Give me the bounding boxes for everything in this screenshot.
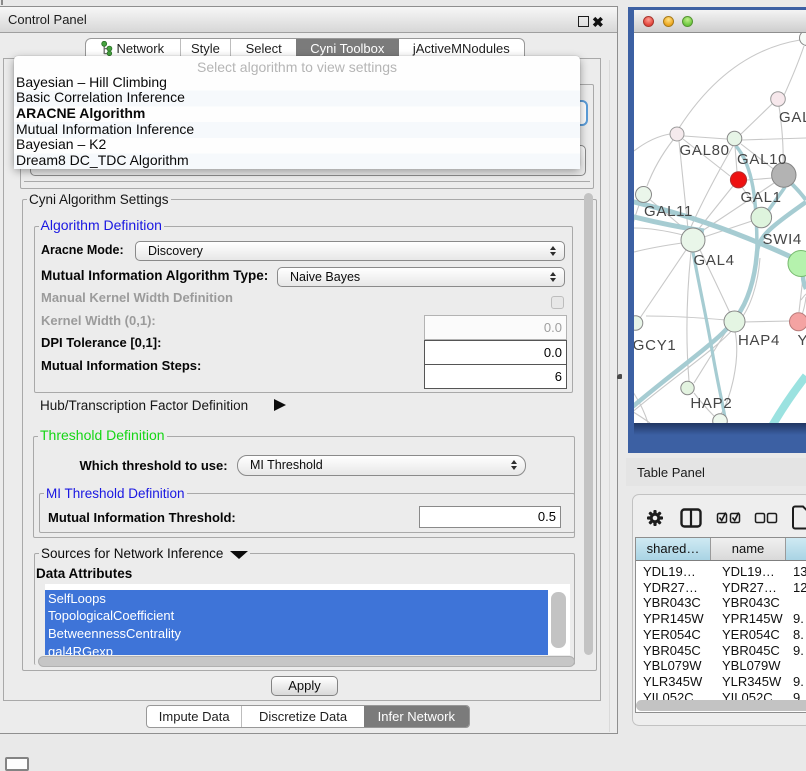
svg-text:GAL80: GAL80 <box>680 142 730 159</box>
svg-text:GAL10: GAL10 <box>737 151 787 168</box>
svg-text:GAL4: GAL4 <box>694 252 735 269</box>
svg-text:Y: Y <box>798 332 806 349</box>
svg-text:SWI4: SWI4 <box>763 231 802 248</box>
svg-text:GAL: GAL <box>779 109 806 126</box>
svg-text:GCY1: GCY1 <box>634 337 676 354</box>
svg-text:HAP2: HAP2 <box>690 395 732 412</box>
svg-text:HAP4: HAP4 <box>738 332 780 349</box>
svg-text:GAL11: GAL11 <box>644 203 693 220</box>
svg-text:GAL1: GAL1 <box>741 189 782 206</box>
